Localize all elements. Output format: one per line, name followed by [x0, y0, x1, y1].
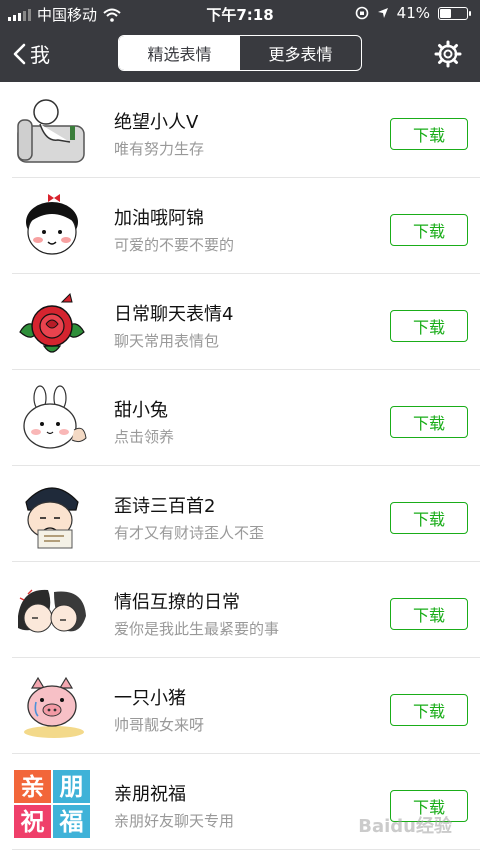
list-item[interactable]: 情侣互撩的日常 爱你是我此生最紧要的事 下载: [12, 562, 480, 658]
item-description: 可爱的不要不要的: [114, 236, 235, 254]
list-item[interactable]: 日常聊天表情4 聊天常用表情包 下载: [12, 274, 480, 370]
list-item[interactable]: 绝望小人V 唯有努力生存 下载: [12, 82, 480, 178]
item-title: 加油哦阿锦: [114, 208, 204, 229]
list-item[interactable]: 歪诗三百首2 有才又有财诗歪人不歪 下载: [12, 466, 480, 562]
download-button[interactable]: 下载: [390, 694, 468, 726]
item-title: 一只小猪: [114, 688, 186, 709]
list-item[interactable]: 一只小猪 帅哥靓女来呀 下载: [12, 658, 480, 754]
thumb-char-3: 祝: [21, 808, 45, 836]
sticker-thumbnail: [23, 385, 87, 449]
item-title: 歪诗三百首2: [114, 496, 216, 517]
item-description: 聊天常用表情包: [114, 332, 220, 350]
sticker-thumbnail: [19, 293, 85, 353]
sticker-thumbnail: [18, 589, 86, 633]
sticker-thumbnail: 亲 朋 祝 福: [14, 770, 90, 838]
orientation-lock-icon: [355, 6, 368, 20]
item-description: 帅哥靓女来呀: [114, 716, 205, 734]
item-title: 绝望小人V: [114, 112, 199, 133]
thumb-char-2: 朋: [60, 773, 84, 801]
sticker-thumbnail: [24, 676, 84, 738]
battery-fill: [440, 8, 452, 18]
sticker-thumbnail: [25, 487, 79, 549]
chevron-left-icon: [13, 43, 26, 64]
battery-icon: [438, 6, 471, 20]
status-bar: 中国移动 下午7:18 41%: [0, 0, 480, 26]
download-button[interactable]: 下载: [390, 214, 468, 246]
item-title: 亲朋祝福: [114, 784, 186, 805]
battery-percent: 41%: [396, 4, 430, 22]
item-description: 点击领养: [114, 428, 175, 446]
tab-segment: 精选表情 更多表情: [118, 35, 362, 71]
thumb-char-1: 亲: [21, 773, 45, 801]
tab-more[interactable]: 更多表情: [240, 36, 361, 70]
status-right: 41%: [355, 4, 471, 22]
back-label: 我: [30, 43, 50, 67]
download-button[interactable]: 下载: [390, 502, 468, 534]
download-button[interactable]: 下载: [390, 310, 468, 342]
download-button[interactable]: 下载: [390, 118, 468, 150]
list-item[interactable]: 甜小兔 点击领养 下载: [12, 370, 480, 466]
watermark: Baidu经验: [358, 816, 452, 837]
thumb-char-4: 福: [59, 808, 84, 836]
nav-bar: 我 精选表情 更多表情: [0, 26, 480, 82]
item-title: 情侣互撩的日常: [114, 592, 240, 613]
item-description: 唯有努力生存: [114, 140, 205, 158]
download-button[interactable]: 下载: [390, 598, 468, 630]
back-button[interactable]: 我: [12, 39, 50, 68]
gear-icon[interactable]: [434, 40, 462, 68]
sticker-thumbnail: [26, 194, 78, 255]
location-icon: [377, 8, 388, 18]
item-title: 甜小兔: [114, 400, 168, 421]
sticker-thumbnail: [17, 99, 85, 163]
item-description: 亲朋好友聊天专用: [114, 812, 235, 830]
item-title: 日常聊天表情4: [114, 304, 234, 325]
sticker-list: 绝望小人V 唯有努力生存 下载 加油哦阿锦 可爱的不要不要的 下载 日常聊天表情…: [0, 82, 480, 850]
tab-featured[interactable]: 精选表情: [119, 36, 240, 70]
list-item[interactable]: 加油哦阿锦 可爱的不要不要的 下载: [12, 178, 480, 274]
download-button[interactable]: 下载: [390, 406, 468, 438]
item-description: 有才又有财诗歪人不歪: [114, 524, 265, 542]
item-description: 爱你是我此生最紧要的事: [114, 620, 280, 638]
top-bar: 中国移动 下午7:18 41% 我 精选表情 更多表情: [0, 0, 480, 82]
